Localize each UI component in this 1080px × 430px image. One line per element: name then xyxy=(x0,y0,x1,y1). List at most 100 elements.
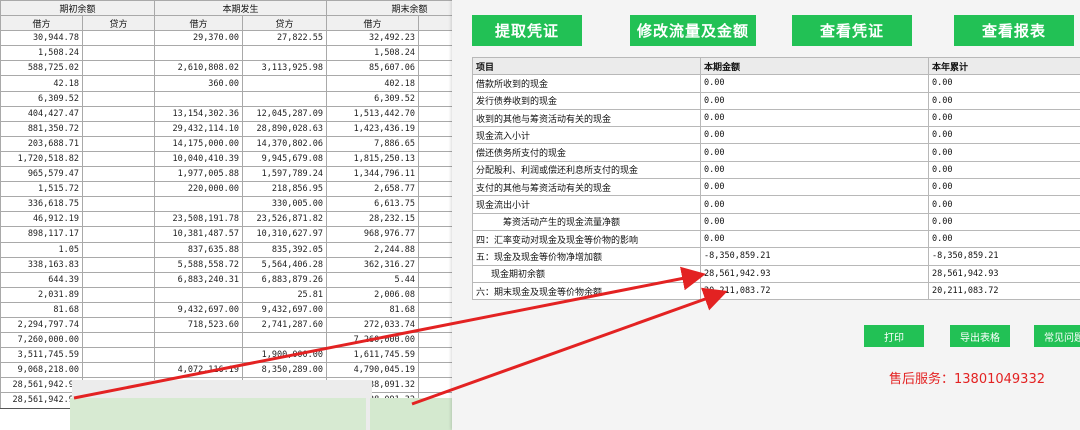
cash-flow-ytd[interactable]: 0.00 xyxy=(928,160,1080,180)
cash-flow-row[interactable]: 发行债券收到的现金 0.00 0.00 xyxy=(472,91,1080,110)
ledger-cell xyxy=(154,332,244,349)
cash-flow-ytd[interactable]: 0.00 xyxy=(928,126,1080,145)
ledger-subheader: 借方 xyxy=(326,15,420,32)
ledger-row: 1,508.24 1,508.24 xyxy=(0,45,494,62)
cash-flow-current[interactable]: 0.00 xyxy=(700,212,929,231)
cash-flow-ytd[interactable]: 0.00 xyxy=(928,178,1080,197)
ledger-cell: 2,294,797.74 xyxy=(0,316,83,334)
ledger-cell: 9,068,218.00 xyxy=(0,362,83,379)
ledger-cell xyxy=(81,362,156,379)
ledger-table: 期初余额 本期发生 期末余额 借方 贷方 借方 贷方 借方 30,944.78 29,37… xyxy=(0,0,494,409)
cash-flow-ytd[interactable]: 0.00 xyxy=(928,212,1080,231)
print-button[interactable]: 打印 xyxy=(864,325,924,347)
extract-voucher-button[interactable]: 提取凭证 xyxy=(472,15,582,46)
ledger-cell: 968,976.77 xyxy=(326,226,420,243)
view-voucher-button[interactable]: 查看凭证 xyxy=(792,15,912,46)
cash-flow-item: 借款所收到的现金 xyxy=(472,74,701,93)
cash-flow-row[interactable]: 收到的其他与筹资活动有关的现金 0.00 0.00 xyxy=(472,108,1080,128)
ledger-subheader: 借方 xyxy=(0,15,83,32)
ledger-cell: 3,113,925.98 xyxy=(242,60,328,77)
cash-flow-row[interactable]: 分配股利、利润或偿还利息所支付的现金 0.00 0.00 xyxy=(472,160,1080,180)
cash-flow-current[interactable]: 0.00 xyxy=(700,178,929,197)
ledger-cell: 1.05 xyxy=(0,241,83,258)
cash-flow-current[interactable]: 28,561,942.93 xyxy=(700,264,929,283)
cash-flow-table: 项目 本期金额 本年累计 借款所收到的现金 0.00 0.00 发行债券收到的现金 0.… xyxy=(472,56,1080,301)
col-header-item: 项目 xyxy=(472,56,701,76)
ledger-subheader: 贷方 xyxy=(81,15,156,32)
ledger-cell xyxy=(81,150,156,168)
cash-flow-current[interactable]: 0.00 xyxy=(700,143,929,162)
cash-flow-row[interactable]: 五：现金及现金等价物净增加额 -8,350,859.21 -8,350,859.21 xyxy=(472,247,1080,266)
cash-flow-current[interactable]: 0.00 xyxy=(700,229,929,249)
ledger-row: 588,725.02 2,610,808.02 3,113,925.98 85,607… xyxy=(0,60,494,77)
ledger-subheader: 借方 xyxy=(154,15,244,32)
ledger-cell: 85,607.06 xyxy=(326,60,420,77)
cash-flow-ytd[interactable]: 0.00 xyxy=(928,91,1080,110)
ledger-cell: 3,511,745.59 xyxy=(0,347,83,364)
cash-flow-current[interactable]: 0.00 xyxy=(700,108,929,128)
ledger-cell xyxy=(81,105,156,122)
cash-flow-current[interactable]: -8,350,859.21 xyxy=(700,247,929,266)
cash-flow-row[interactable]: 支付的其他与筹资活动有关的现金 0.00 0.00 xyxy=(472,178,1080,197)
cash-flow-ytd[interactable]: 0.00 xyxy=(928,74,1080,93)
ledger-cell: 10,310,627.97 xyxy=(242,226,328,243)
export-table-button[interactable]: 导出表格 xyxy=(950,325,1010,347)
ledger-cell: 272,033.74 xyxy=(326,316,420,334)
cash-flow-item: 偿还债务所支付的现金 xyxy=(472,143,701,162)
ledger-cell xyxy=(81,301,156,318)
ledger-cell: 360.00 xyxy=(154,75,244,92)
ledger-row: 42.18 360.00 402.18 xyxy=(0,75,494,92)
cash-flow-row[interactable]: 六：期末现金及现金等价物余额 20,211,083.72 20,211,083.72 xyxy=(472,281,1080,301)
cash-flow-current[interactable]: 20,211,083.72 xyxy=(700,281,929,301)
cash-flow-row[interactable]: 偿还债务所支付的现金 0.00 0.00 xyxy=(472,143,1080,162)
ledger-cell: 14,370,802.06 xyxy=(242,135,328,152)
ledger-cell: 1,513,442.70 xyxy=(326,105,420,122)
cash-flow-row[interactable]: 四：汇率变动对现金及现金等价物的影响 0.00 0.00 xyxy=(472,229,1080,249)
ledger-cell: 837,635.88 xyxy=(154,241,244,258)
ledger-cell: 28,561,942.93 xyxy=(0,377,83,394)
ledger-cell xyxy=(154,45,244,62)
background-panel xyxy=(70,398,366,430)
ledger-cell: 5,564,406.28 xyxy=(242,256,328,273)
ledger-cell: 1,508.24 xyxy=(326,45,420,62)
cash-flow-row[interactable]: 借款所收到的现金 0.00 0.00 xyxy=(472,74,1080,93)
ledger-cell: 9,432,697.00 xyxy=(154,301,244,318)
ledger-cell: 6,613.75 xyxy=(326,196,420,213)
cash-flow-row[interactable]: 现金期初余额 28,561,942.93 28,561,942.93 xyxy=(472,264,1080,283)
ledger-row: 338,163.83 5,588,558.72 5,564,406.28 362,31… xyxy=(0,256,494,273)
ledger-row: 2,031.89 25.81 2,006.08 xyxy=(0,286,494,303)
cash-flow-current[interactable]: 0.00 xyxy=(700,91,929,110)
header-opening-balance: 期初余额 xyxy=(0,0,156,17)
ledger-row: 203,688.71 14,175,000.00 14,370,802.06 7,88… xyxy=(0,135,494,152)
cash-flow-current[interactable]: 0.00 xyxy=(700,74,929,93)
cash-flow-ytd[interactable]: 28,561,942.93 xyxy=(928,264,1080,283)
ledger-cell: 2,244.88 xyxy=(326,241,420,258)
ledger-cell: 81.68 xyxy=(326,301,420,318)
ledger-row: 336,618.75 330,005.00 6,613.75 xyxy=(0,196,494,213)
cash-flow-ytd[interactable]: 0.00 xyxy=(928,229,1080,249)
ledger-cell xyxy=(81,347,156,364)
cash-flow-ytd[interactable]: 0.00 xyxy=(928,195,1080,214)
cash-flow-row[interactable]: 现金流入小计 0.00 0.00 xyxy=(472,126,1080,145)
cash-flow-current[interactable]: 0.00 xyxy=(700,160,929,180)
faq-button[interactable]: 常见问题 xyxy=(1034,325,1080,347)
cash-flow-current[interactable]: 0.00 xyxy=(700,195,929,214)
ledger-cell: 1,815,250.13 xyxy=(326,150,420,168)
cash-flow-ytd[interactable]: 0.00 xyxy=(928,143,1080,162)
cash-flow-current[interactable]: 0.00 xyxy=(700,126,929,145)
cash-flow-ytd[interactable]: 0.00 xyxy=(928,108,1080,128)
ledger-cell: 9,432,697.00 xyxy=(242,301,328,318)
cash-flow-item: 现金流出小计 xyxy=(472,195,701,214)
ledger-cell xyxy=(81,90,156,107)
cash-flow-row[interactable]: 筹资活动产生的现金流量净额 0.00 0.00 xyxy=(472,212,1080,231)
ledger-row: 81.68 9,432,697.00 9,432,697.00 81.68 xyxy=(0,301,494,318)
cash-flow-ytd[interactable]: -8,350,859.21 xyxy=(928,247,1080,266)
ledger-row: 404,427.47 13,154,302.36 12,045,287.09 1,51… xyxy=(0,105,494,122)
ledger-cell xyxy=(154,90,244,107)
cash-flow-row[interactable]: 现金流出小计 0.00 0.00 xyxy=(472,195,1080,214)
ledger-cell xyxy=(154,286,244,303)
cash-flow-ytd[interactable]: 20,211,083.72 xyxy=(928,281,1080,301)
view-report-button[interactable]: 查看报表 xyxy=(954,15,1074,46)
ledger-cell: 965,579.47 xyxy=(0,166,83,183)
modify-flow-amount-button[interactable]: 修改流量及金额 xyxy=(630,15,756,46)
